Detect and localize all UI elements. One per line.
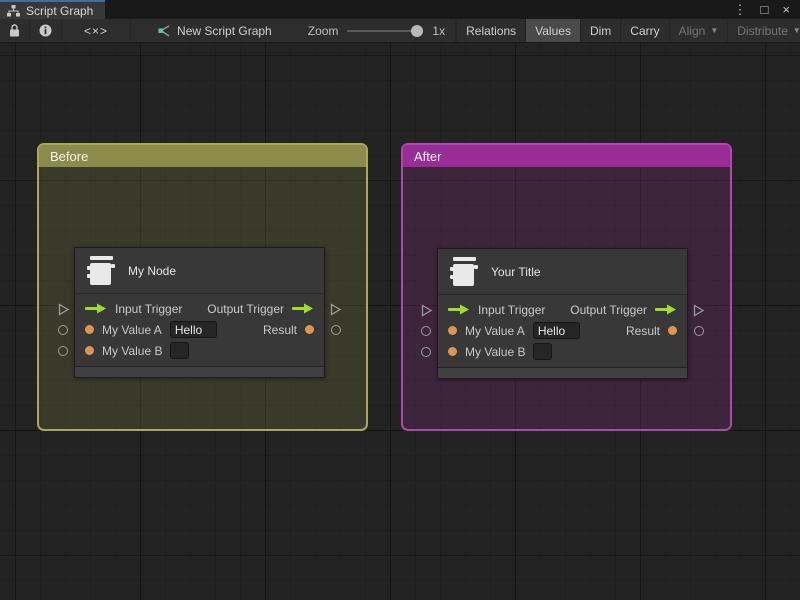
node-my-node[interactable]: My Node Input Trigger Output Trigger: [74, 247, 325, 378]
value-port-icon[interactable]: [305, 325, 314, 334]
chevron-down-icon: ▼: [710, 26, 718, 35]
value-input-port-b[interactable]: [421, 347, 431, 357]
info-icon: [39, 24, 52, 37]
trigger-out-icon[interactable]: [655, 304, 677, 315]
tab-title: Script Graph: [26, 4, 93, 18]
tab-script-graph[interactable]: Script Graph: [0, 0, 105, 19]
port-label: Output Trigger: [570, 303, 647, 317]
lock-icon: [9, 24, 20, 37]
script-unit-icon: [88, 256, 115, 285]
node-body: Input Trigger Output Trigger My Value A: [438, 295, 687, 367]
zoom-value: 1x: [432, 24, 445, 38]
port-label: Input Trigger: [115, 302, 182, 316]
zoom-slider-handle[interactable]: [411, 25, 423, 37]
value-a-input[interactable]: [533, 322, 580, 339]
trigger-in-icon[interactable]: [448, 304, 470, 315]
chevron-down-icon: ▼: [793, 26, 800, 35]
trigger-output-port[interactable]: [692, 304, 705, 317]
graph-name-display[interactable]: New Script Graph: [145, 19, 284, 42]
value-port-icon[interactable]: [668, 326, 677, 335]
group-before-header[interactable]: Before: [39, 145, 366, 167]
port-row-value-a: My Value A Result: [438, 320, 687, 341]
zoom-slider[interactable]: [347, 24, 423, 38]
value-input-port-a[interactable]: [421, 326, 431, 336]
close-icon[interactable]: ×: [782, 3, 790, 16]
code-icon: <×>: [84, 24, 108, 38]
port-label: My Value A: [465, 324, 525, 338]
lock-button[interactable]: [0, 19, 30, 42]
maximize-icon[interactable]: □: [761, 3, 769, 16]
code-view-button[interactable]: <×>: [62, 19, 131, 42]
value-port-icon[interactable]: [448, 326, 457, 335]
node-title: My Node: [128, 264, 176, 278]
graph-hierarchy-icon: [7, 5, 20, 17]
value-input-port-b[interactable]: [58, 346, 68, 356]
node-footer: [75, 366, 324, 377]
trigger-out-icon[interactable]: [292, 303, 314, 314]
node-footer: [438, 367, 687, 378]
toolbar-right-group: Relations Values Dim Carry Align ▼ Distr…: [456, 19, 800, 42]
group-after-header[interactable]: After: [403, 145, 730, 167]
value-port-icon[interactable]: [448, 347, 457, 356]
trigger-input-port[interactable]: [420, 304, 433, 317]
value-output-port-result[interactable]: [331, 325, 341, 335]
script-unit-icon: [451, 257, 478, 286]
info-button[interactable]: [30, 19, 62, 42]
port-row-value-b: My Value B: [438, 341, 687, 362]
kebab-menu-icon[interactable]: ⋮: [734, 3, 747, 16]
script-graph-window: Script Graph ⋮ □ × <×>: [0, 0, 800, 600]
value-port-icon[interactable]: [85, 325, 94, 334]
value-b-input[interactable]: [170, 342, 189, 359]
trigger-input-port[interactable]: [57, 303, 70, 316]
node-your-title[interactable]: Your Title Input Trigger Output Trigger: [437, 248, 688, 379]
window-controls: ⋮ □ ×: [724, 0, 800, 19]
port-label: Result: [626, 324, 660, 338]
port-label: Output Trigger: [207, 302, 284, 316]
group-label: After: [414, 149, 441, 164]
port-row-value-b: My Value B: [75, 340, 324, 361]
values-button[interactable]: Values: [525, 19, 580, 42]
graph-name-label: New Script Graph: [177, 24, 272, 38]
node-header[interactable]: Your Title: [438, 249, 687, 295]
node-header[interactable]: My Node: [75, 248, 324, 294]
graph-canvas[interactable]: Before After My Node: [0, 43, 800, 600]
zoom-label: Zoom: [308, 24, 339, 38]
node-title: Your Title: [491, 265, 541, 279]
trigger-in-icon[interactable]: [85, 303, 107, 314]
node-body: Input Trigger Output Trigger My Value A: [75, 294, 324, 366]
distribute-dropdown[interactable]: Distribute ▼: [727, 19, 800, 42]
port-label: My Value A: [102, 323, 162, 337]
port-row-value-a: My Value A Result: [75, 319, 324, 340]
port-label: My Value B: [465, 345, 525, 359]
group-label: Before: [50, 149, 88, 164]
dim-button[interactable]: Dim: [580, 19, 620, 42]
value-output-port-result[interactable]: [694, 326, 704, 336]
port-label: Input Trigger: [478, 303, 545, 317]
port-row-trigger: Input Trigger Output Trigger: [75, 298, 324, 319]
value-b-input[interactable]: [533, 343, 552, 360]
trigger-output-port[interactable]: [329, 303, 342, 316]
relations-button[interactable]: Relations: [456, 19, 525, 42]
graph-toolbar: <×> New Script Graph Zoom 1x Relations V…: [0, 19, 800, 43]
port-row-trigger: Input Trigger Output Trigger: [438, 299, 687, 320]
carry-button[interactable]: Carry: [620, 19, 668, 42]
port-label: Result: [263, 323, 297, 337]
tabbar-spacer: [105, 0, 723, 19]
value-port-icon[interactable]: [85, 346, 94, 355]
value-a-input[interactable]: [170, 321, 217, 338]
script-graph-asset-icon: [157, 24, 171, 38]
port-label: My Value B: [102, 344, 162, 358]
tab-bar: Script Graph ⋮ □ ×: [0, 0, 800, 19]
value-input-port-a[interactable]: [58, 325, 68, 335]
align-dropdown[interactable]: Align ▼: [669, 19, 728, 42]
zoom-control: Zoom 1x: [298, 19, 456, 42]
